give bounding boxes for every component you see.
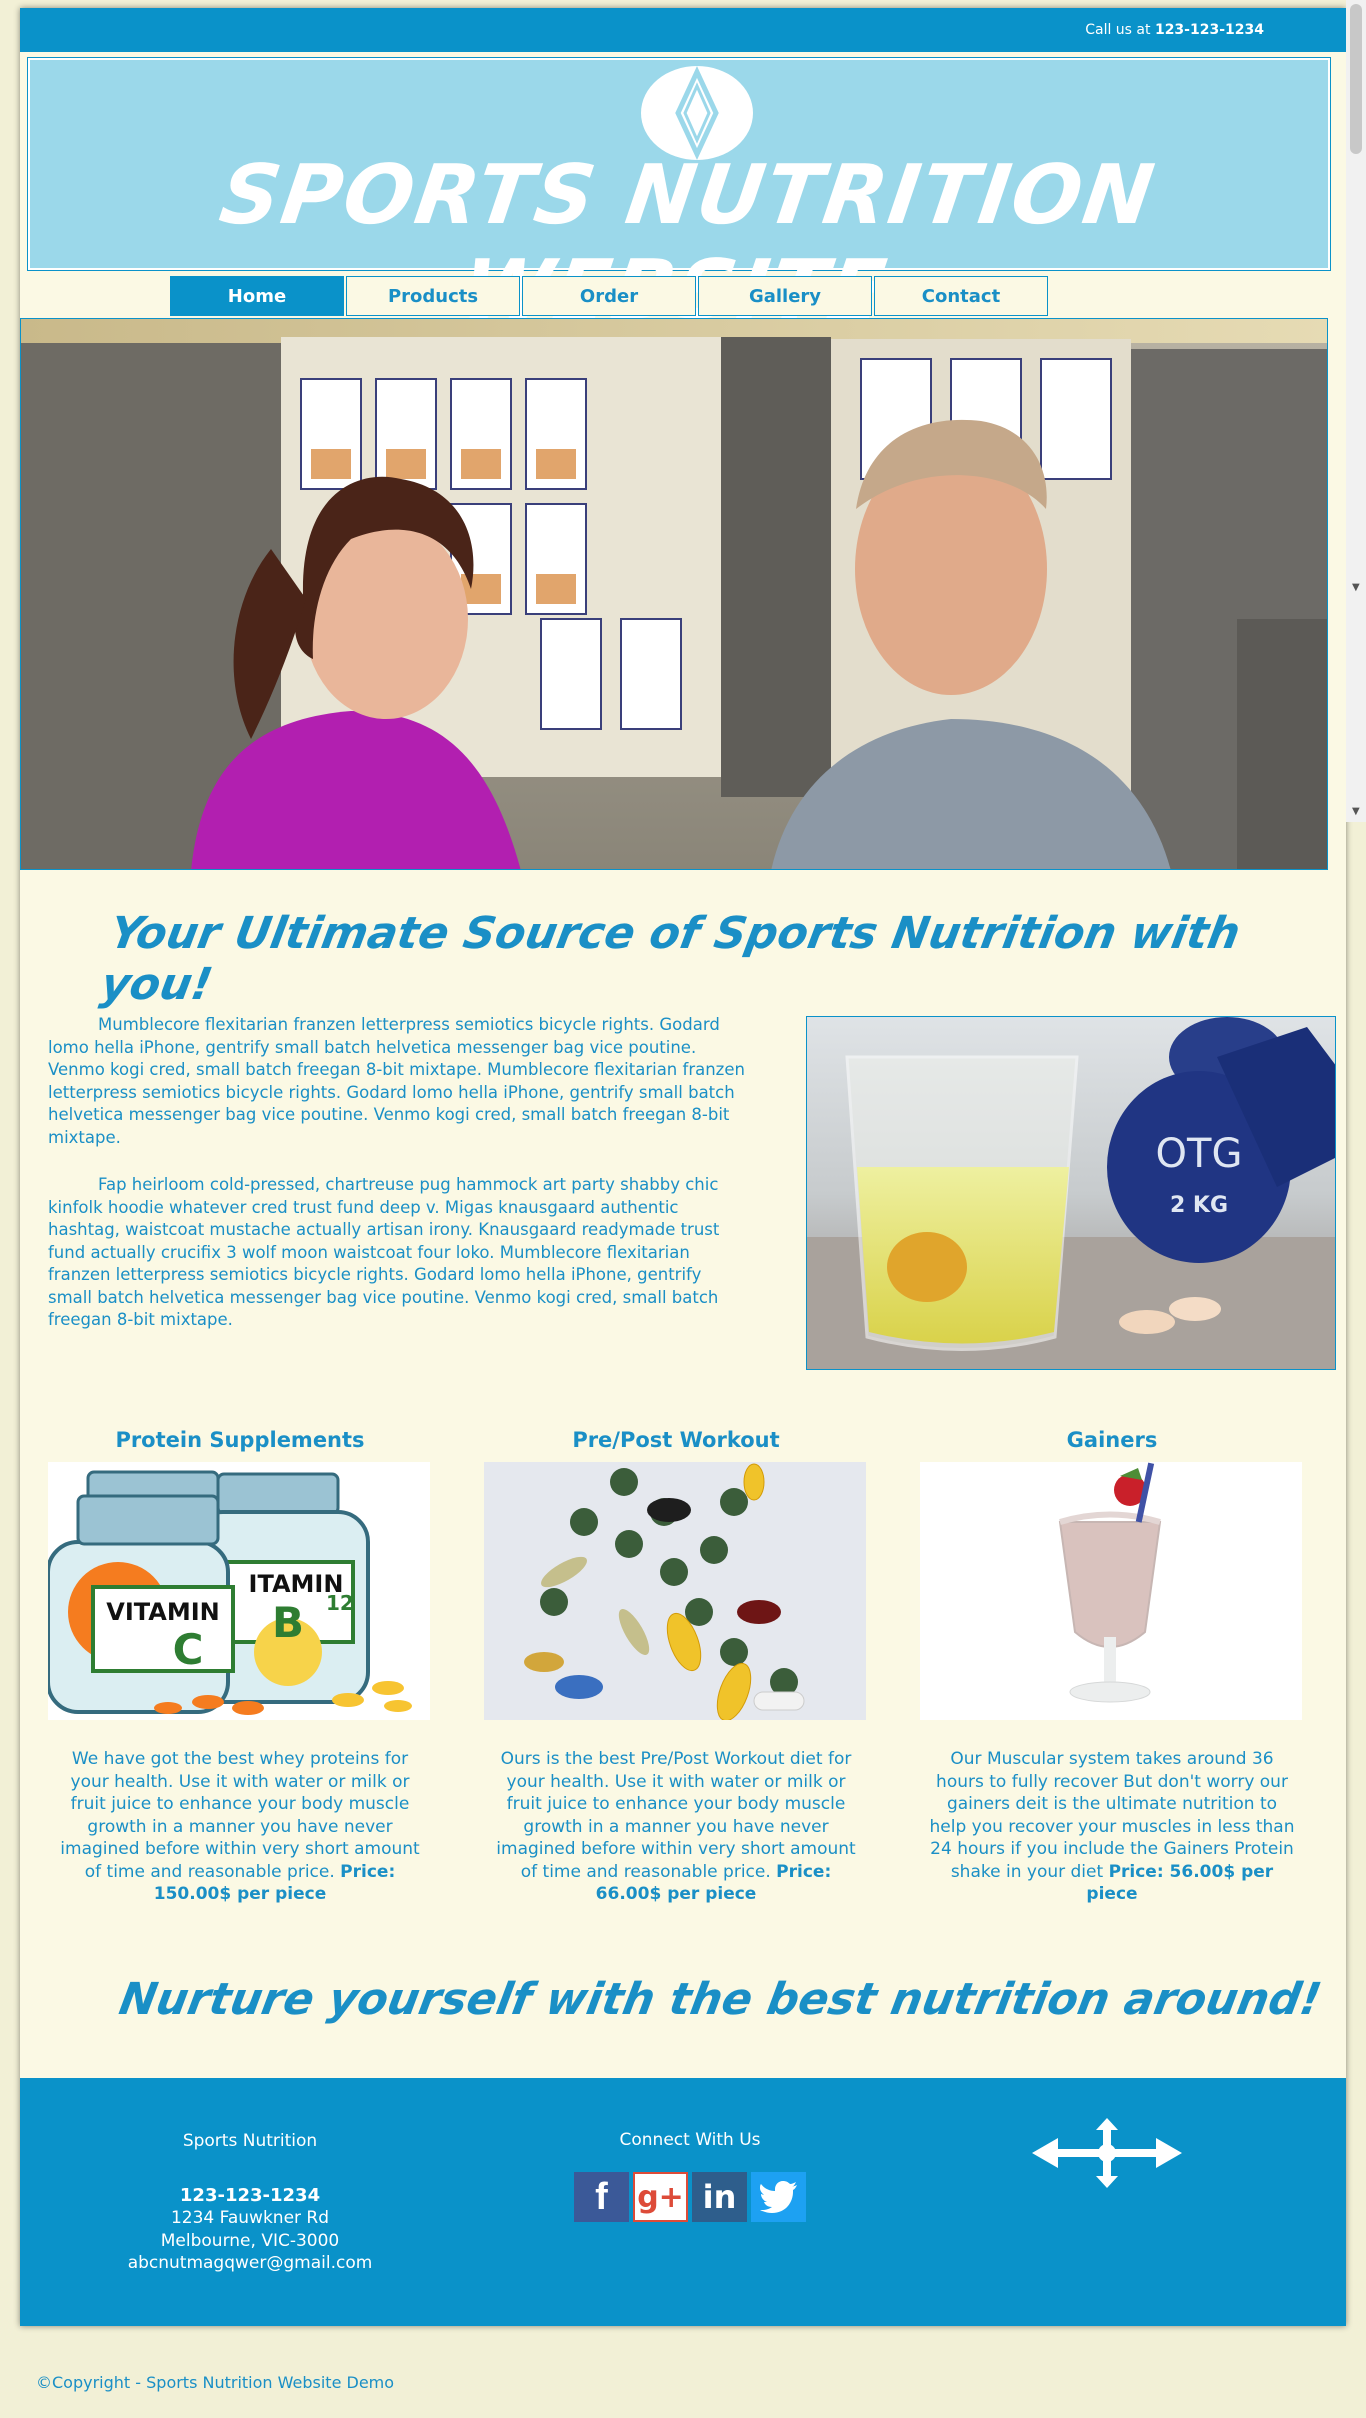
scrollbar-thumb[interactable] — [1350, 4, 1362, 154]
intro-paragraph-1: Mumblecore flexitarian franzen letterpre… — [48, 1015, 745, 1147]
footer-contact: Sports Nutrition 123-123-1234 1234 Fauwk… — [110, 2130, 390, 2275]
workout-image — [484, 1462, 866, 1720]
vitamin-bottles-illustration: VITAMIN C ITAMIN B 12 — [48, 1462, 430, 1720]
copyright-text: ©Copyright - Sports Nutrition Website De… — [36, 2373, 395, 2392]
intro-paragraph-2: Fap heirloom cold-pressed, chartreuse pu… — [48, 1175, 720, 1329]
pills-photo — [484, 1462, 866, 1720]
linkedin-icon[interactable]: in — [692, 2172, 747, 2222]
gainers-image — [920, 1462, 1302, 1720]
product-title[interactable]: Protein Supplements — [48, 1428, 432, 1462]
product-description: Our Muscular system takes around 36 hour… — [920, 1748, 1304, 1906]
nav-contact[interactable]: Contact — [874, 276, 1048, 316]
twitter-bird-glyph — [759, 2181, 797, 2213]
twitter-icon[interactable] — [751, 2172, 806, 2222]
dumbbell-weight-text: 2 KG — [1170, 1193, 1228, 1218]
vitamin-b-letter: B — [272, 1598, 304, 1647]
header-banner: SPORTS NUTRITION WEBSITE — [27, 57, 1331, 338]
closing-tagline: Nurture yourself with the best nutrition… — [115, 1974, 1326, 2025]
product-title[interactable]: Pre/Post Workout — [484, 1428, 868, 1462]
product-description: We have got the best whey proteins for y… — [48, 1748, 432, 1906]
product-card-gainers: Gainers Our Muscular system takes around… — [920, 1428, 1304, 1906]
facebook-icon[interactable]: f — [574, 2172, 629, 2222]
product-title[interactable]: Gainers — [920, 1428, 1304, 1462]
vitamin-c-label: VITAMIN — [106, 1598, 219, 1626]
product-price: Price: 56.00$ per piece — [1086, 1861, 1274, 1905]
call-prefix: Call us at — [1085, 22, 1151, 38]
footer: Sports Nutrition 123-123-1234 1234 Fauwk… — [20, 2078, 1346, 2326]
vitamin-b-sub: 12 — [326, 1591, 354, 1615]
call-number[interactable]: 123-123-1234 — [1155, 22, 1264, 38]
move-arrows-glyph — [1032, 2118, 1182, 2188]
main-nav: Home Products Order Gallery Contact — [170, 276, 1050, 316]
hero-photo-trainers — [21, 319, 1327, 869]
footer-brand: Sports Nutrition — [182, 2131, 318, 2151]
logo-diamond-icon — [675, 66, 719, 160]
main-headline: Your Ultimate Source of Sports Nutrition… — [97, 908, 1244, 1010]
product-description: Ours is the best Pre/Post Workout diet f… — [484, 1748, 868, 1906]
shake-photo — [920, 1462, 1302, 1720]
product-card-workout: Pre/Post Workout Ours is the best Pre/Po… — [484, 1428, 868, 1906]
social-links: f g+ in — [540, 2172, 840, 2222]
scroll-down-arrow-icon[interactable]: ▼ — [1352, 582, 1360, 593]
page-scrollbar[interactable]: ▼ ▼ — [1346, 0, 1366, 822]
nav-order[interactable]: Order — [522, 276, 696, 316]
dumbbell-brand-text: OTG — [1156, 1131, 1243, 1177]
move-arrows-icon[interactable] — [1032, 2118, 1182, 2192]
nav-home[interactable]: Home — [170, 276, 344, 316]
vitamin-c-letter: C — [173, 1625, 204, 1674]
drink-dumbbell-image: OTG 2 KG — [806, 1016, 1336, 1370]
footer-address-1: 1234 Fauwkner Rd — [170, 2208, 330, 2228]
google-plus-icon[interactable]: g+ — [633, 2172, 688, 2222]
footer-phone[interactable]: 123-123-1234 — [110, 2185, 390, 2208]
site-logo[interactable] — [641, 66, 753, 160]
footer-address-2: Melbourne, VIC-3000 — [160, 2230, 340, 2251]
drink-dumbbell-photo: OTG 2 KG — [807, 1017, 1335, 1369]
top-bar: Call us at 123-123-1234 — [20, 8, 1346, 52]
nav-products[interactable]: Products — [346, 276, 520, 316]
footer-social: Connect With Us f g+ in — [540, 2130, 840, 2222]
scroll-down-arrow-icon[interactable]: ▼ — [1352, 806, 1360, 817]
connect-title: Connect With Us — [619, 2130, 761, 2150]
nav-gallery[interactable]: Gallery — [698, 276, 872, 316]
call-us: Call us at 123-123-1234 — [1085, 22, 1264, 38]
hero-image — [20, 318, 1328, 870]
product-card-protein: Protein Supplements VITAMIN C ITAMIN B 1… — [48, 1428, 432, 1906]
footer-email[interactable]: abcnutmagqwer@gmail.com — [110, 2252, 390, 2275]
page-container: Call us at 123-123-1234 SPORTS NUTRITION… — [20, 8, 1346, 2326]
protein-image: VITAMIN C ITAMIN B 12 — [48, 1462, 430, 1720]
